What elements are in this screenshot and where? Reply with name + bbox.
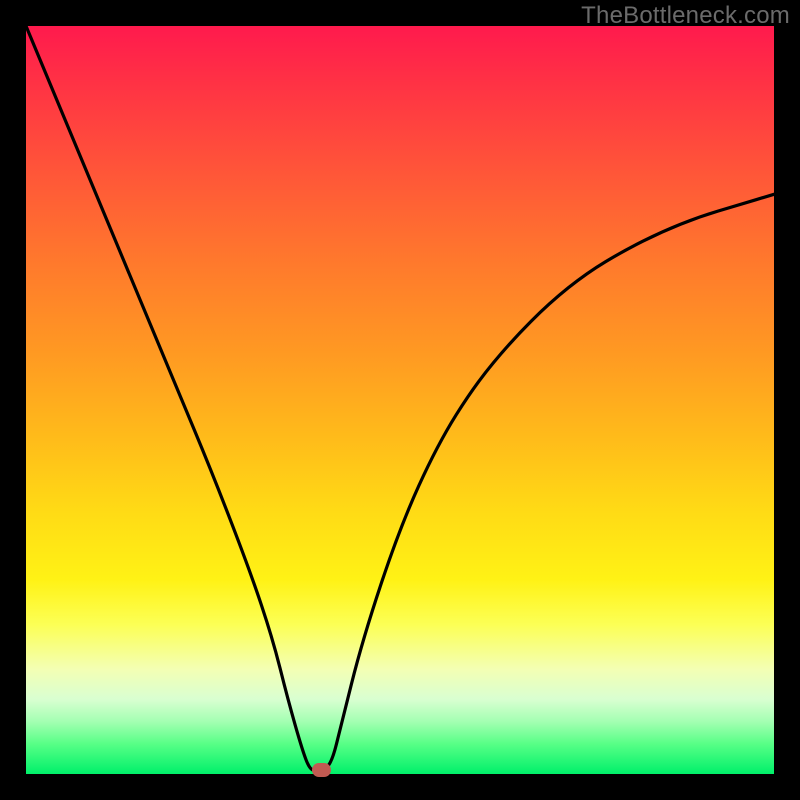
watermark-text: TheBottleneck.com (581, 2, 790, 30)
frame: TheBottleneck.com (0, 0, 800, 800)
optimum-marker (312, 763, 331, 777)
plot-area (26, 26, 774, 774)
bottleneck-curve (26, 26, 774, 774)
